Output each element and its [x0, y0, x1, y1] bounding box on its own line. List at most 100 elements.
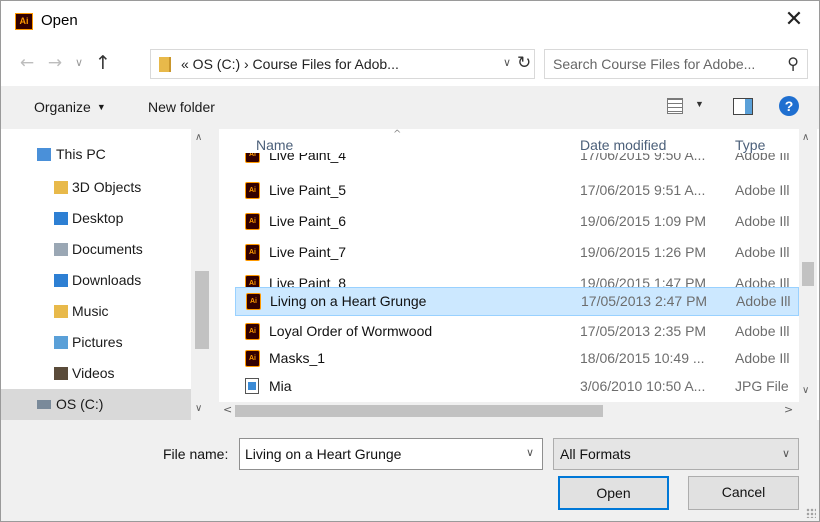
title-bar: Ai Open ✕ [1, 1, 819, 42]
new-folder-button[interactable]: New folder [148, 99, 215, 115]
up-arrow-icon[interactable]: ↑ [91, 50, 115, 76]
scroll-up-chevron-icon[interactable]: ∧ [802, 132, 809, 143]
file-date: 17/05/2013 2:47 PM [581, 293, 708, 309]
organize-caret-icon: ▼ [96, 102, 106, 112]
navigation-pane: This PC 3D Objects Desktop Documents Dow… [1, 129, 219, 420]
sidebar-item-music[interactable]: Music [1, 296, 191, 327]
file-name: Live Paint_6 [269, 213, 347, 229]
search-icon[interactable]: ⚲ [787, 54, 799, 73]
sidebar-item-label: Music [72, 303, 109, 319]
sidebar-item-documents[interactable]: Documents [1, 234, 191, 265]
scroll-left-chevron-icon[interactable]: < [223, 403, 232, 416]
organize-button[interactable]: Organize ▼ [34, 99, 106, 115]
file-list-horizontal-scrollbar[interactable]: < > [219, 402, 799, 420]
open-dialog: Ai Open ✕ ← → ∨ ↑ « OS (C:) › Course Fil… [0, 0, 820, 522]
sidebar-item-label: Pictures [72, 334, 123, 350]
sidebar-item-label: OS (C:) [56, 396, 104, 412]
back-arrow-icon[interactable]: ← [15, 50, 39, 76]
sidebar-item-label: This PC [56, 146, 106, 162]
file-name-dropdown-chevron-icon[interactable]: ∨ [526, 446, 534, 459]
downloads-icon [54, 274, 68, 287]
file-row[interactable]: Ai Live Paint_7 19/06/2015 1:26 PM Adobe… [235, 239, 799, 266]
close-button[interactable]: ✕ [777, 5, 811, 37]
sidebar-item-os-c[interactable]: OS (C:) [1, 389, 191, 420]
file-row[interactable]: Ai Live Paint_6 19/06/2015 1:09 PM Adobe… [235, 208, 799, 235]
resize-grip-icon[interactable] [806, 508, 816, 518]
cancel-button[interactable]: Cancel [688, 476, 799, 510]
file-list-vertical-scrollbar[interactable]: ∧ ∨ [799, 129, 817, 420]
file-name: Masks_1 [269, 350, 326, 366]
address-bar[interactable]: « OS (C:) › Course Files for Adob... ∨ ↻ [150, 49, 535, 79]
file-row[interactable]: Ai Live Paint_5 17/06/2015 9:51 A... Ado… [235, 177, 799, 204]
file-type: Adobe Ill [735, 153, 790, 163]
open-button[interactable]: Open [558, 476, 669, 510]
search-box[interactable]: ⚲ [544, 49, 808, 79]
scroll-right-chevron-icon[interactable]: > [784, 403, 793, 416]
file-date: 17/06/2015 9:50 A... [580, 153, 706, 163]
file-name-label: File name: [163, 446, 229, 462]
help-icon[interactable]: ? [779, 96, 799, 116]
illustrator-app-icon: Ai [15, 13, 33, 30]
horizontal-scroll-thumb[interactable] [235, 405, 603, 417]
change-view-icon[interactable] [667, 98, 683, 114]
jpg-file-icon [245, 378, 259, 394]
file-type: Adobe Ill [735, 213, 790, 229]
sidebar-item-label: Documents [72, 241, 143, 257]
file-row-selected[interactable]: Ai Living on a Heart Grunge 17/05/2013 2… [235, 287, 799, 316]
file-name: Live Paint_5 [269, 182, 347, 198]
documents-icon [54, 243, 68, 256]
videos-icon [54, 367, 68, 380]
sidebar-item-3d-objects[interactable]: 3D Objects [1, 172, 191, 203]
file-type: Adobe Ill [736, 293, 791, 309]
vertical-scroll-thumb[interactable] [802, 262, 814, 286]
file-row[interactable]: Mia 3/06/2010 10:50 A... JPG File [235, 373, 799, 400]
file-date: 17/06/2015 9:51 A... [580, 182, 706, 198]
sidebar-item-pictures[interactable]: Pictures [1, 327, 191, 358]
scroll-up-chevron-icon[interactable]: ∧ [195, 132, 202, 143]
file-format-value: All Formats [560, 446, 631, 462]
file-row[interactable]: Ai Masks_1 18/06/2015 10:49 ... Adobe Il… [235, 345, 799, 372]
sidebar-item-desktop[interactable]: Desktop [1, 203, 191, 234]
sidebar-item-label: Videos [72, 365, 115, 381]
computer-icon [37, 148, 51, 161]
file-row[interactable]: Ai Live Paint_4 17/06/2015 9:50 A... Ado… [235, 153, 799, 169]
file-format-select[interactable]: All Formats ∨ [553, 438, 799, 470]
sidebar-item-downloads[interactable]: Downloads [1, 265, 191, 296]
scroll-down-chevron-icon[interactable]: ∨ [802, 385, 809, 396]
file-type: Adobe Ill [735, 244, 790, 260]
file-format-dropdown-chevron-icon[interactable]: ∨ [782, 447, 790, 460]
search-input[interactable] [553, 55, 775, 73]
ai-file-icon: Ai [246, 293, 261, 310]
file-list: Name ^ Date modified Type Ai Live Paint_… [219, 129, 819, 420]
preview-pane-icon[interactable] [733, 98, 753, 115]
file-name: Living on a Heart Grunge [270, 293, 427, 309]
address-path[interactable]: « OS (C:) › Course Files for Adob... [181, 56, 399, 72]
column-header-type[interactable]: Type [735, 137, 765, 153]
view-options-caret-icon[interactable]: ▼ [695, 99, 704, 109]
file-type: Adobe Ill [735, 182, 790, 198]
file-name: Mia [269, 378, 292, 394]
refresh-icon[interactable]: ↻ [517, 53, 531, 73]
file-row[interactable]: Ai Loyal Order of Wormwood 17/05/2013 2:… [235, 318, 799, 345]
forward-arrow-icon[interactable]: → [43, 50, 67, 76]
scroll-down-chevron-icon[interactable]: ∨ [195, 403, 202, 414]
column-header-name[interactable]: Name [256, 137, 293, 153]
navigation-scrollbar[interactable]: ∧ ∨ [191, 129, 219, 420]
ai-file-icon: Ai [245, 350, 260, 367]
file-name-input[interactable] [245, 445, 515, 463]
ai-file-icon: Ai [245, 182, 260, 199]
recent-locations-chevron-icon[interactable]: ∨ [67, 50, 91, 76]
command-toolbar: Organize ▼ New folder ▼ ? [1, 86, 819, 129]
sidebar-item-this-pc[interactable]: This PC [1, 139, 191, 170]
column-header-date-modified[interactable]: Date modified [580, 137, 666, 153]
sidebar-item-videos[interactable]: Videos [1, 358, 191, 389]
file-name-combobox[interactable]: ∨ [239, 438, 543, 470]
navigation-scroll-thumb[interactable] [195, 271, 209, 349]
address-dropdown-chevron-icon[interactable]: ∨ [503, 56, 511, 69]
file-type: Adobe Ill [735, 350, 790, 366]
file-name: Loyal Order of Wormwood [269, 323, 433, 339]
address-row: ← → ∨ ↑ « OS (C:) › Course Files for Ado… [1, 42, 819, 86]
ai-file-icon: Ai [245, 213, 260, 230]
file-date: 17/05/2013 2:35 PM [580, 323, 707, 339]
music-icon [54, 305, 68, 318]
